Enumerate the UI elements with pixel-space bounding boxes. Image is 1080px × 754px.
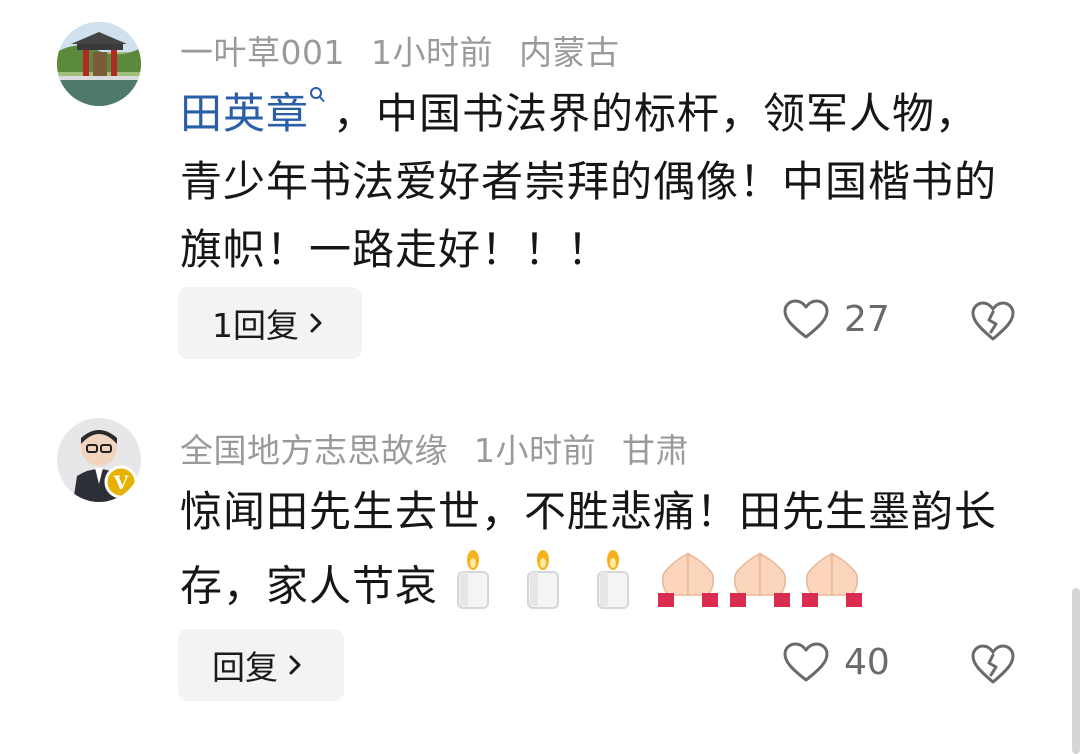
verified-badge-text: V — [113, 472, 130, 494]
folded-hands-emoji — [798, 549, 866, 629]
candle-emoji — [450, 546, 496, 632]
chevron-right-icon — [309, 312, 323, 334]
like-count: 27 — [844, 298, 890, 340]
location: 甘肃 — [622, 431, 689, 470]
reply-button[interactable]: 1回复 — [178, 287, 362, 359]
broken-heart-icon — [971, 301, 1015, 341]
dislike-button[interactable] — [970, 300, 1016, 346]
reply-button[interactable]: 回复 — [178, 629, 344, 701]
folded-hands-emoji — [654, 549, 722, 629]
search-icon — [310, 87, 325, 102]
like-count: 40 — [844, 641, 890, 683]
like-button[interactable]: 27 — [782, 298, 890, 340]
mention-label: 田英章 — [180, 89, 310, 138]
timestamp: 1小时前 — [371, 33, 493, 72]
folded-hands-emoji — [726, 549, 794, 629]
avatar[interactable] — [57, 22, 141, 106]
comment-item: 一叶草001 1小时前 内蒙古 田英章 ，中国书法界的标杆，领军人物，青少年书法爱好者… — [0, 0, 1080, 380]
comment-text: 田英章 ，中国书法界的标杆，领军人物，青少年书法爱好者崇拜的偶像！中国楷书的旗帜！… — [180, 80, 1010, 284]
reply-label: 回复 — [212, 648, 278, 687]
mention-link[interactable]: 田英章 — [180, 87, 333, 138]
username[interactable]: 一叶草001 — [180, 33, 345, 72]
chevron-right-icon — [288, 654, 302, 676]
comment-body: 惊闻田先生去世，不胜悲痛！田先生墨韵长存，家人节哀 — [180, 487, 998, 611]
dislike-button[interactable] — [970, 643, 1016, 689]
reply-label: 1回复 — [212, 306, 299, 345]
comment-text: 惊闻田先生去世，不胜悲痛！田先生墨韵长存，家人节哀 — [180, 478, 1010, 632]
candle-emoji — [520, 546, 566, 632]
scrollbar[interactable] — [1072, 588, 1080, 754]
avatar[interactable]: V — [57, 418, 141, 502]
candle-emoji — [590, 546, 636, 632]
heart-outline-icon — [783, 642, 829, 682]
comment-meta: 全国地方志思故缘 1小时前 甘肃 — [180, 424, 689, 472]
comment-item: V 全国地方志思故缘 1小时前 甘肃 惊闻田先生去世，不胜悲痛！田先生墨韵长存，家人… — [0, 400, 1080, 754]
timestamp: 1小时前 — [474, 431, 596, 470]
heart-outline-icon — [783, 299, 829, 339]
broken-heart-icon — [971, 644, 1015, 684]
like-button[interactable]: 40 — [782, 641, 890, 683]
location: 内蒙古 — [519, 33, 620, 72]
username[interactable]: 全国地方志思故缘 — [180, 431, 448, 470]
comment-meta: 一叶草001 1小时前 内蒙古 — [180, 26, 620, 74]
